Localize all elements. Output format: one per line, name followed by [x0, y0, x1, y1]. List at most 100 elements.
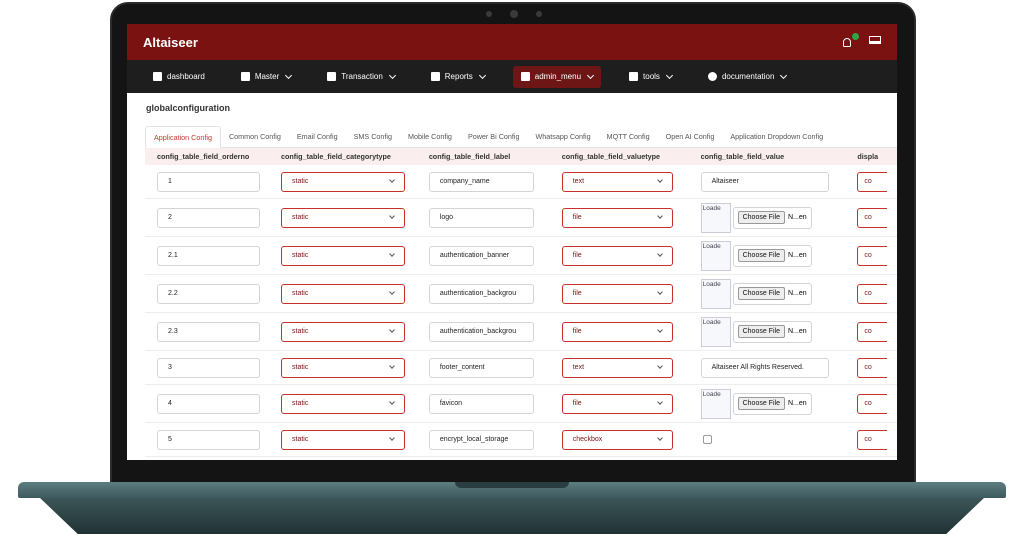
label-input[interactable]: logo — [428, 207, 534, 228]
display-select[interactable]: co — [857, 429, 888, 450]
nav-item-label: Reports — [444, 72, 473, 81]
bell-icon[interactable] — [843, 33, 859, 48]
choose-file-button[interactable]: Choose File — [737, 211, 785, 224]
value-input[interactable]: Altaiseer All Rights Reserved. — [700, 357, 829, 378]
orderno-input[interactable]: 2.3 — [157, 321, 260, 342]
file-input[interactable]: Choose File N...en — [732, 206, 812, 229]
tab-application-config[interactable]: Application Config — [145, 126, 221, 148]
laptop-icon[interactable] — [869, 36, 881, 48]
screen: Altaiseer dashboard Master Transaction Repo… — [127, 24, 897, 460]
orderno-input[interactable]: 2.2 — [157, 283, 260, 304]
categorytype-select[interactable]: static — [281, 357, 406, 378]
cell-label: favicon — [428, 393, 562, 414]
sensor-dot — [486, 11, 492, 17]
grid-icon — [153, 72, 162, 81]
label-input[interactable]: encrypt_local_storage — [428, 429, 534, 450]
display-select[interactable]: co — [857, 207, 888, 228]
label-input[interactable]: authentication_backgrou — [428, 321, 534, 342]
tab-whatsapp-config[interactable]: Whatsapp Config — [527, 126, 598, 147]
valuetype-select[interactable]: checkbox — [561, 429, 673, 450]
sitemap-icon — [520, 72, 530, 81]
tab-application-dropdown-config[interactable]: Application Dropdown Config — [722, 126, 831, 147]
valuetype-select[interactable]: file — [561, 321, 673, 342]
label-input[interactable]: authentication_banner — [428, 245, 534, 266]
cell-valuetype: file — [561, 321, 701, 342]
choose-file-button[interactable]: Choose File — [737, 325, 785, 338]
select-value: text — [572, 178, 585, 185]
label-input[interactable]: company_name — [428, 171, 534, 192]
choose-file-button[interactable]: Choose File — [737, 249, 785, 262]
folder-icon — [430, 72, 440, 81]
orderno-input[interactable]: 1 — [157, 171, 260, 192]
choose-file-button[interactable]: Choose File — [737, 287, 785, 300]
column-header: displa — [857, 152, 879, 161]
tab-mqtt-config[interactable]: MQTT Config — [599, 126, 658, 147]
cell-label: encrypt_local_storage — [428, 429, 562, 450]
valuetype-select[interactable]: file — [561, 245, 673, 266]
label-input[interactable]: authentication_backgrou — [428, 283, 534, 304]
display-select[interactable]: co — [857, 171, 888, 192]
nav-item-label: admin_menu — [534, 72, 582, 81]
tab-common-config[interactable]: Common Config — [221, 126, 289, 147]
categorytype-select[interactable]: static — [281, 245, 406, 266]
file-input[interactable]: Choose File N...en — [732, 244, 812, 267]
chevron-down-icon — [389, 177, 395, 183]
categorytype-select[interactable]: static — [281, 283, 406, 304]
orderno-input[interactable]: 2.1 — [157, 245, 260, 266]
valuetype-select[interactable]: text — [561, 357, 673, 378]
chevron-down-icon — [656, 399, 663, 405]
chevron-down-icon — [389, 435, 395, 441]
nav-item-reports[interactable]: Reports — [423, 66, 493, 88]
orderno-input[interactable]: 5 — [157, 429, 260, 450]
nav-item-tools[interactable]: tools — [621, 66, 680, 88]
nav-item-admin_menu[interactable]: admin_menu — [512, 65, 602, 88]
display-select[interactable]: co — [857, 245, 888, 266]
cell-orderno: 3 — [145, 357, 277, 378]
tab-sms-config[interactable]: SMS Config — [346, 126, 400, 147]
categorytype-select[interactable]: static — [281, 393, 406, 414]
orderno-input[interactable]: 3 — [157, 357, 260, 378]
nav-item-master[interactable]: Master — [233, 66, 299, 88]
categorytype-select[interactable]: static — [281, 429, 406, 450]
nav-item-documentation[interactable]: documentation — [700, 66, 794, 88]
valuetype-select[interactable]: text — [561, 171, 673, 192]
cell-value: Altaiseer All Rights Reserved. — [700, 357, 858, 378]
cell-value: Loade Choose File N...en — [700, 388, 858, 419]
file-input[interactable]: Choose File N...en — [732, 392, 812, 415]
valuetype-select[interactable]: file — [561, 207, 673, 228]
select-value: static — [292, 436, 309, 443]
chevron-down-icon — [656, 327, 663, 333]
cell-categorytype: static — [277, 207, 429, 228]
chevron-down-icon — [780, 71, 788, 79]
file-input[interactable]: Choose File N...en — [732, 320, 812, 343]
file-input[interactable]: Choose File N...en — [732, 282, 812, 305]
orderno-input[interactable]: 4 — [157, 393, 260, 414]
tab-email-config[interactable]: Email Config — [289, 126, 346, 147]
categorytype-select[interactable]: static — [281, 207, 406, 228]
tab-open-ai-config[interactable]: Open AI Config — [658, 126, 723, 147]
display-select[interactable]: co — [857, 283, 888, 304]
tab-mobile-config[interactable]: Mobile Config — [400, 126, 460, 147]
categorytype-select[interactable]: static — [281, 321, 406, 342]
cell-display: co — [857, 393, 897, 414]
file-upload: Loade Choose File N...en — [700, 240, 812, 271]
cell-display: co — [857, 283, 897, 304]
value-input[interactable]: Altaiseer — [700, 171, 829, 192]
value-checkbox[interactable] — [702, 435, 712, 444]
nav-item-dashboard[interactable]: dashboard — [145, 66, 213, 88]
tab-power-bi-config[interactable]: Power Bi Config — [460, 126, 528, 147]
display-select[interactable]: co — [857, 321, 888, 342]
orderno-input[interactable]: 2 — [157, 207, 260, 228]
label-input[interactable]: favicon — [428, 393, 534, 414]
file-upload: Loade Choose File N...en — [700, 278, 812, 309]
valuetype-select[interactable]: file — [561, 283, 673, 304]
valuetype-select[interactable]: file — [561, 393, 673, 414]
choose-file-button[interactable]: Choose File — [737, 397, 785, 410]
main-nav: dashboard Master Transaction Reports admin_m… — [127, 60, 897, 93]
display-select[interactable]: co — [857, 357, 888, 378]
cell-display: co — [857, 321, 897, 342]
nav-item-transaction[interactable]: Transaction — [319, 66, 403, 88]
categorytype-select[interactable]: static — [281, 171, 406, 192]
display-select[interactable]: co — [857, 393, 888, 414]
label-input[interactable]: footer_content — [428, 357, 534, 378]
